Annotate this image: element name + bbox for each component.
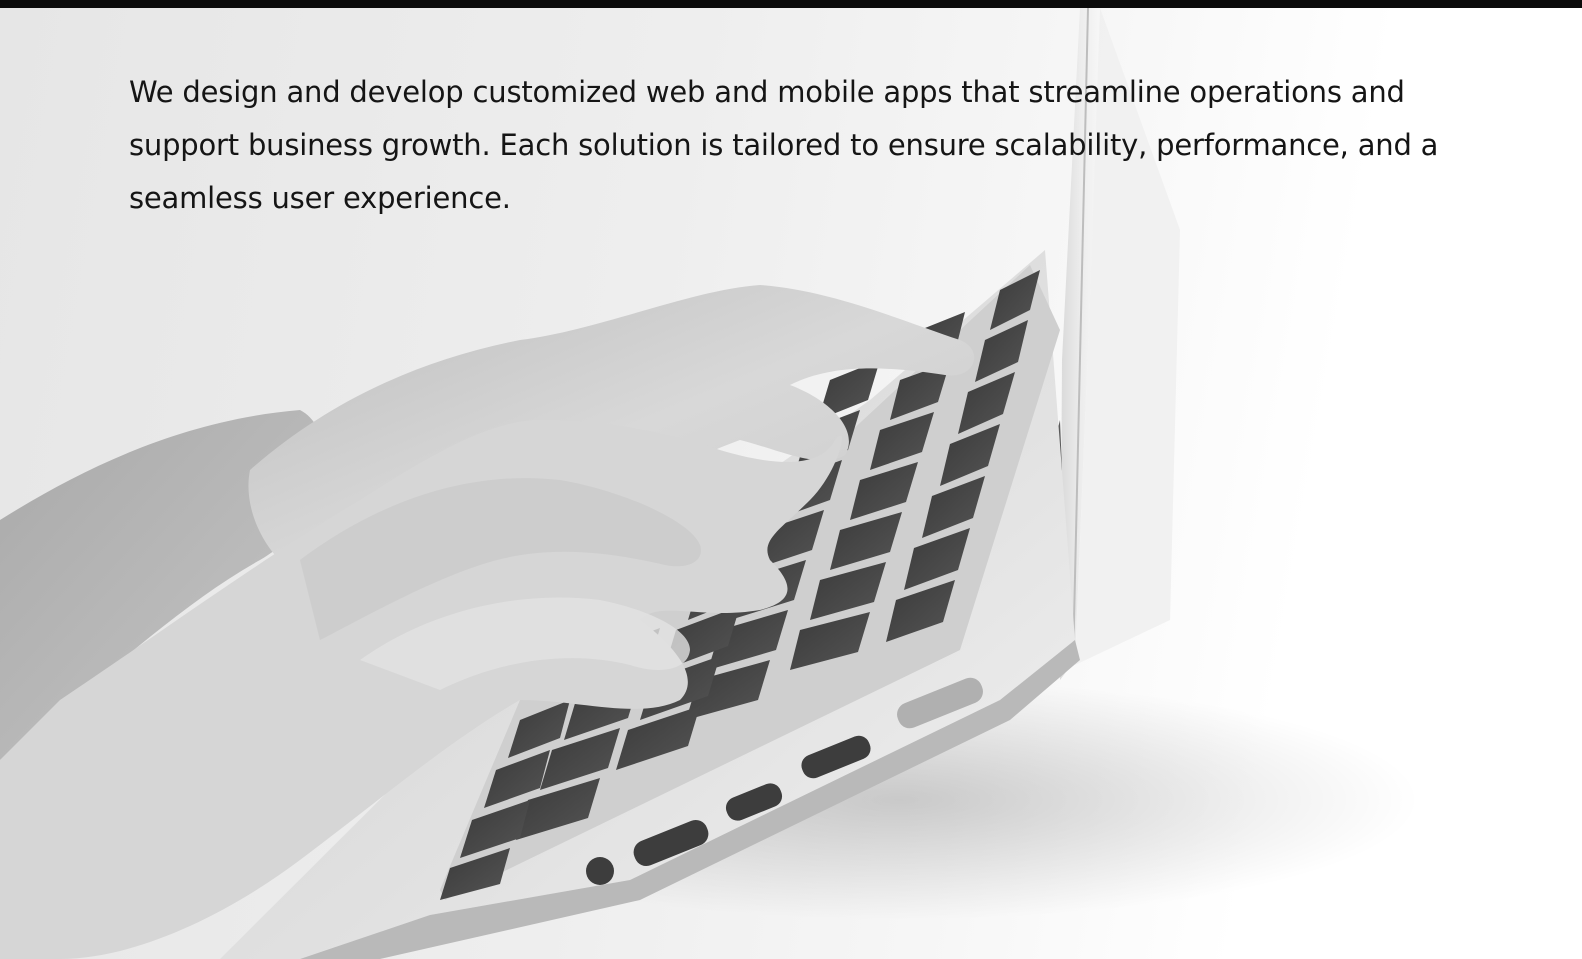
services-hero-section: We design and develop customized web and… bbox=[0, 0, 1582, 959]
services-intro-text: We design and develop customized web and… bbox=[129, 75, 1439, 215]
